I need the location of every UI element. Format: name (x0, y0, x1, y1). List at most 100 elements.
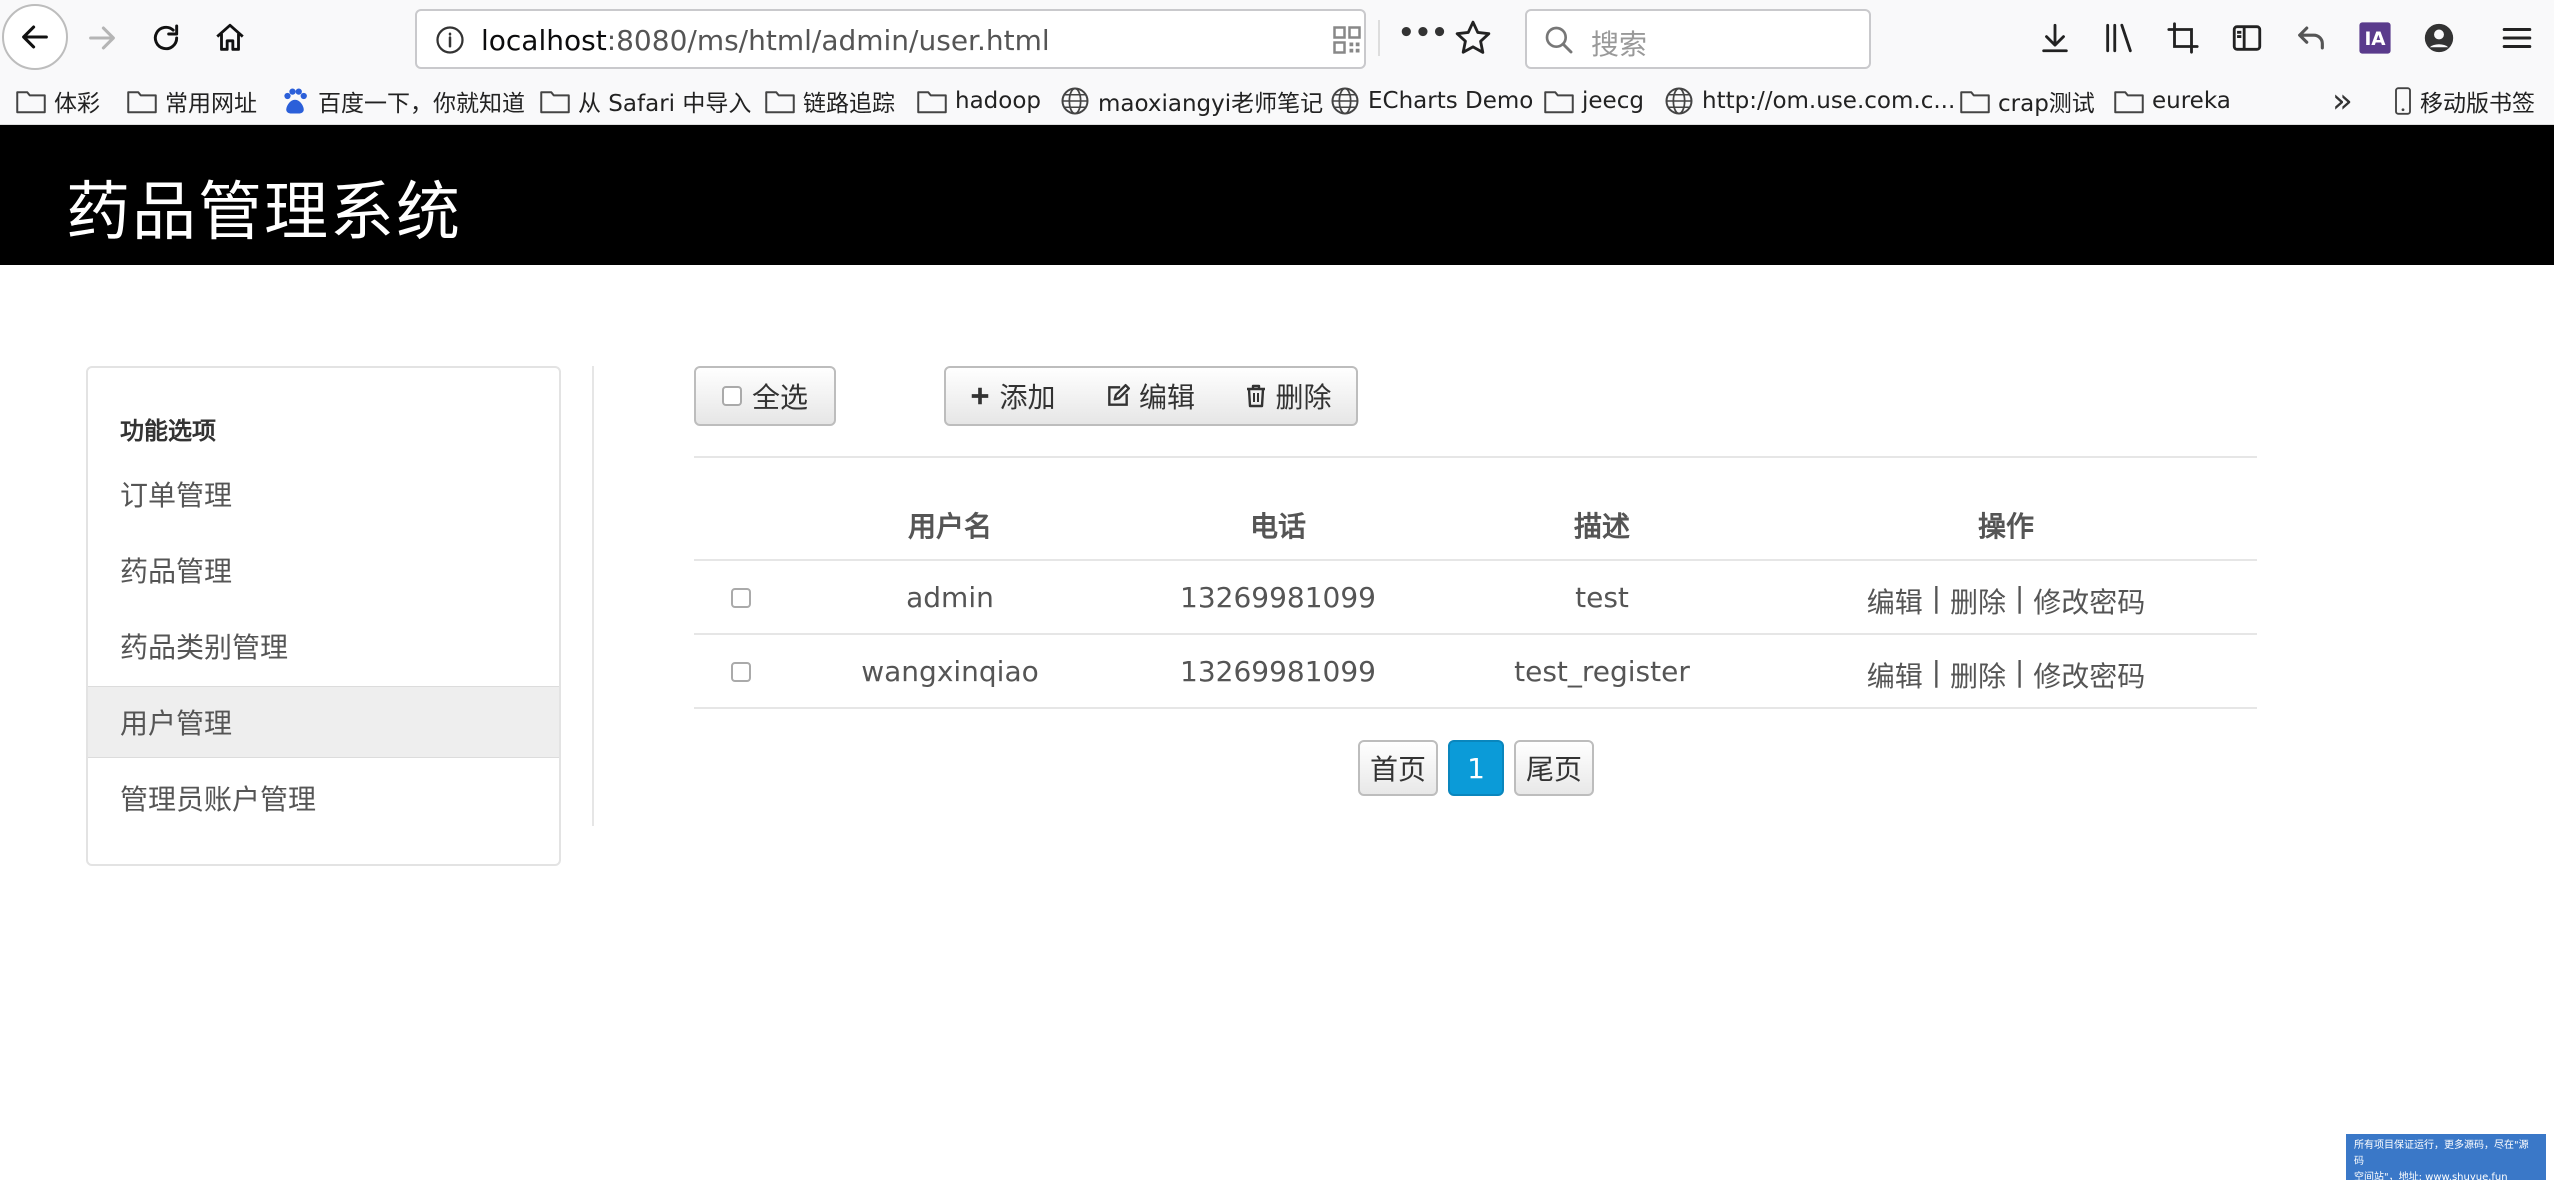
bookmark-label: 常用网址 (165, 91, 257, 117)
bookmark-item[interactable]: 链路追踪 (765, 84, 895, 118)
row-delete-link[interactable]: 删除 (1950, 655, 2006, 695)
edit-label: 编辑 (1138, 381, 1195, 414)
bookmark-item[interactable]: 百度一下，你就知道 (280, 84, 525, 118)
cell-actions: 编辑 | 删除 | 修改密码 (1806, 581, 2206, 621)
search-placeholder: 搜索 (1591, 28, 1648, 61)
crop-icon (2167, 22, 2199, 54)
row-checkbox[interactable] (731, 662, 751, 682)
browser-toolbar: localhost:8080/ms/html/admin/user.html •… (0, 0, 2554, 78)
bookmark-label: hadoop (955, 88, 1042, 114)
watermark-line: 所有项目保证运行，更多源码，尽在"源码 (2354, 1140, 2529, 1167)
reload-button[interactable] (136, 8, 196, 68)
bookmark-item[interactable]: http://om.use.com.c... (1664, 84, 1955, 118)
sidebar-item-orders[interactable]: 订单管理 (88, 458, 559, 530)
folder-icon (127, 91, 157, 114)
home-button[interactable] (200, 8, 260, 68)
row-change-password-link[interactable]: 修改密码 (2033, 581, 2145, 621)
page-1-button[interactable]: 1 (1448, 740, 1504, 796)
forward-button[interactable] (72, 8, 132, 68)
sidebar-toggle-button[interactable] (2224, 15, 2270, 61)
folder-icon (16, 91, 46, 114)
select-all-button[interactable]: 全选 (694, 366, 836, 426)
bookmark-label: 链路追踪 (803, 91, 895, 117)
sidebar-item-label: 订单管理 (120, 479, 233, 512)
search-icon (1545, 26, 1573, 54)
downloads-button[interactable] (2032, 15, 2078, 61)
sidebar-item-medicines[interactable]: 药品管理 (88, 534, 559, 606)
globe-icon (1665, 87, 1693, 115)
library-icon (2106, 23, 2132, 53)
bookmark-star-icon[interactable] (1454, 19, 1492, 57)
column-header-description: 描述 (1573, 510, 1630, 543)
mobile-phone-icon (2395, 87, 2411, 115)
first-page-button[interactable]: 首页 (1358, 740, 1438, 796)
mobile-bookmarks-label: 移动版书签 (2420, 91, 2535, 117)
bookmark-item[interactable]: maoxiangyi老师笔记 (1060, 84, 1323, 118)
folder-icon (1544, 91, 1574, 114)
qr-code-icon[interactable] (1332, 25, 1362, 55)
bookmark-item[interactable]: jeecg (1544, 84, 1644, 118)
mobile-bookmarks-button[interactable]: 移动版书签 (2394, 84, 2535, 118)
bookmark-item[interactable]: hadoop (917, 84, 1041, 118)
action-separator: | (2006, 655, 2034, 688)
sidebar-item-admin-accounts[interactable]: 管理员账户管理 (88, 762, 559, 834)
edit-button[interactable]: 编辑 (1079, 366, 1223, 426)
url-path: :8080/ms/html/admin/user.html (606, 24, 1050, 57)
row-edit-link[interactable]: 编辑 (1867, 655, 1923, 695)
bookmark-label: jeecg (1582, 88, 1644, 114)
url-text[interactable]: localhost:8080/ms/html/admin/user.html (481, 24, 1050, 57)
app-header: 药品管理系统 (0, 125, 2554, 265)
bookmark-item[interactable]: 从 Safari 中导入 (540, 84, 751, 118)
reload-icon (153, 24, 179, 51)
sidebar-item-medicine-categories[interactable]: 药品类别管理 (88, 610, 559, 682)
watermark-line: 空间站"，地址: www.shuyue.fun (2354, 1172, 2508, 1180)
bookmark-item[interactable]: 常用网址 (127, 84, 257, 118)
bookmark-item[interactable]: eureka (2114, 84, 2231, 118)
cell-username: admin (906, 581, 994, 614)
cell-description: test (1575, 581, 1629, 614)
search-box[interactable]: 搜索 (1525, 9, 1871, 69)
action-separator: | (1922, 581, 1950, 614)
hamburger-icon (2502, 27, 2532, 49)
column-header-username: 用户名 (907, 510, 992, 543)
cell-phone: 13269981099 (1180, 655, 1376, 688)
library-button[interactable] (2096, 15, 2142, 61)
last-page-button[interactable]: 尾页 (1514, 740, 1594, 796)
table-header-border (694, 559, 2257, 561)
bookmark-item[interactable]: ECharts Demo (1330, 84, 1533, 118)
trash-icon (1247, 384, 1266, 408)
ia-extension-button[interactable]: IA (2352, 15, 2398, 61)
cell-username: wangxinqiao (861, 655, 1039, 688)
select-all-checkbox[interactable] (721, 386, 742, 406)
bookmark-item[interactable]: crap测试 (1960, 84, 2095, 118)
row-edit-link[interactable]: 编辑 (1867, 581, 1923, 621)
account-button[interactable] (2416, 15, 2462, 61)
delete-button[interactable]: 删除 (1221, 366, 1358, 426)
globe-icon (1061, 87, 1089, 115)
row-checkbox[interactable] (731, 588, 751, 608)
row-delete-link[interactable]: 删除 (1950, 581, 2006, 621)
bookmarks-overflow-button[interactable]: » (2332, 81, 2353, 121)
address-bar[interactable]: localhost:8080/ms/html/admin/user.html (415, 9, 1366, 69)
cell-description: test_register (1514, 655, 1690, 688)
row-change-password-link[interactable]: 修改密码 (2033, 655, 2145, 695)
url-host: localhost (481, 24, 607, 57)
sidebar-item-users[interactable]: 用户管理 (88, 686, 559, 758)
screenshot-button[interactable] (2160, 15, 2206, 61)
bookmark-item[interactable]: 体彩 (16, 84, 100, 118)
menu-button[interactable] (2494, 15, 2540, 61)
back-button[interactable] (2, 4, 68, 70)
content-divider (592, 366, 594, 826)
account-icon (2424, 23, 2454, 53)
page-actions-icon[interactable]: ••• (1398, 18, 1448, 48)
folder-icon (1960, 91, 1990, 114)
undo-close-button[interactable] (2288, 15, 2334, 61)
sidebar-item-label: 用户管理 (120, 707, 233, 740)
sidebar-heading: 功能选项 (120, 417, 216, 445)
sidebar-panel: 功能选项 订单管理 药品管理 药品类别管理 用户管理 管理员账户管理 (86, 366, 561, 866)
table-row-border (694, 633, 2257, 635)
edit-icon (1108, 383, 1131, 406)
sidebar-item-label: 药品管理 (120, 555, 233, 588)
sidebar-item-label: 管理员账户管理 (120, 783, 317, 816)
add-button[interactable]: 添加 (944, 366, 1081, 426)
